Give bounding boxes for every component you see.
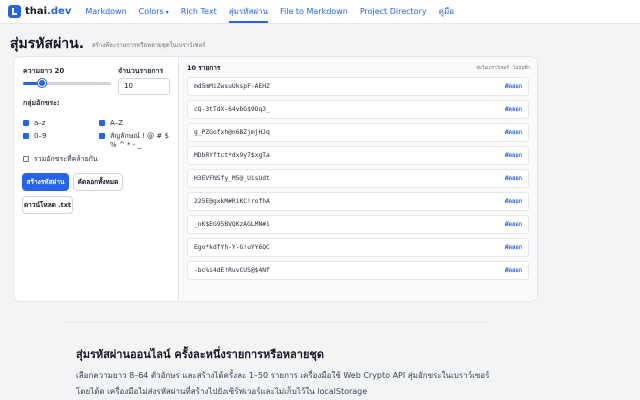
nav-link-label: File to Markdown [279, 6, 348, 16]
nav-link[interactable]: Colors ▾ [133, 0, 175, 24]
symbols-label: สัญลักษณ์ ! @ # $% ^ * - _ [110, 132, 169, 150]
nav-link-label: Markdown [85, 6, 127, 16]
nav-link-label: คู่มือ [438, 6, 455, 16]
checkbox-checked-icon [23, 133, 29, 139]
article-paragraph: เลือกความยาว 8–64 ตัวอักษร และสร้างได้คร… [76, 371, 490, 396]
brand-logo-link[interactable]: thai.dev [8, 5, 71, 18]
nav-link[interactable]: คู่มือ [433, 0, 460, 24]
chevron-down-icon: ▾ [165, 8, 169, 16]
password-row: MDbRYftct*dx9y7$xgTa คัดลอก [187, 146, 529, 165]
checkbox-checked-icon [23, 120, 29, 126]
password-text: Ego*kdfYh-Y-G!uYY6QC [194, 244, 270, 251]
nav-link-label: สุ่มรหัสผ่าน [228, 6, 268, 16]
ambiguous-label: รวมอักขระที่คล้ายกัน [34, 155, 98, 163]
password-row: cQ-3tTdX-64vbG$9Oq3_ คัดลอก [187, 100, 529, 119]
copy-password-button[interactable]: คัดลอก [505, 244, 522, 252]
nav-links: Markdown Colors ▾ Rich Text สุ่มรหัสผ่าน File… [79, 0, 460, 24]
checkbox-unchecked-icon [23, 156, 29, 162]
page-subtitle: สร้างทีละรายการหรือหลายชุดในเบราว์เซอร์ [92, 42, 206, 49]
copy-password-button[interactable]: คัดลอก [505, 152, 522, 160]
password-row: 225E@gxkM#RiKC!rofhA คัดลอก [187, 192, 529, 211]
uppercase-label: A–Z [110, 119, 124, 127]
password-text: MDbRYftct*dx9y7$xgTa [194, 152, 270, 159]
count-label: จำนวนรายการ [118, 67, 164, 75]
length-label: ความยาว 20 [23, 67, 65, 75]
page-title: สุ่มรหัสผ่าน. [10, 36, 85, 52]
digits-label: 0–9 [34, 132, 47, 140]
copy-password-button[interactable]: คัดลอก [505, 221, 522, 229]
charset-label: กลุ่มอักขระ: [23, 99, 60, 107]
download-button[interactable]: ดาวน์โหลด .txt [22, 196, 73, 214]
brand-name: thai.dev [25, 6, 71, 17]
generator-card: ความยาว 20 จำนวนรายการ 10 กลุ่มอักขระ: a… [13, 56, 538, 302]
controls-panel: ความยาว 20 จำนวนรายการ 10 กลุ่มอักขระ: a… [14, 57, 179, 301]
article-heading: สุ่มรหัสผ่านออนไลน์ ครั้งละหนึ่งรายการหร… [76, 348, 325, 361]
results-panel: 10 รายการ สุ่มในเบราว์เซอร์ · ไม่บันทึก … [180, 57, 537, 301]
nav-link-label: Rich Text [180, 6, 217, 16]
copy-password-button[interactable]: คัดลอก [505, 267, 522, 275]
password-row: md5mMiZwsuUkspF-AEHZ คัดลอก [187, 77, 529, 96]
nav-link[interactable]: Markdown [79, 0, 132, 24]
password-row: -bc%i4dE!RuvCUS@$4Nf คัดลอก [187, 261, 529, 280]
count-input[interactable]: 10 [118, 78, 170, 95]
nav-link-label: Colors [138, 6, 164, 16]
password-text: 225E@gxkM#RiKC!rofhA [194, 198, 270, 205]
nav-link[interactable]: Rich Text [175, 0, 223, 24]
copy-password-button[interactable]: คัดลอก [505, 106, 522, 114]
password-row: Ego*kdfYh-Y-G!uYY6QC คัดลอก [187, 238, 529, 257]
password-text: H3EVFNSfy_M5@_UisUdt [194, 175, 270, 182]
password-row: g_PZGofxh@n6BZjmjHJq คัดลอก [187, 123, 529, 142]
digits-checkbox[interactable]: 0–9 [23, 132, 46, 141]
uppercase-checkbox[interactable]: A–Z [99, 119, 123, 128]
section-divider [64, 322, 488, 323]
copy-all-button[interactable]: คัดลอกทั้งหมด [73, 173, 123, 191]
password-text: -bc%i4dE!RuvCUS@$4Nf [194, 267, 270, 274]
length-slider[interactable] [23, 79, 111, 87]
logo-icon [8, 5, 21, 18]
checkbox-checked-icon [99, 133, 105, 139]
results-count: 10 รายการ [187, 64, 221, 72]
lowercase-label: a–z [34, 119, 46, 127]
generate-button[interactable]: สร้างรหัสผ่าน [22, 173, 69, 191]
brand-main: thai [25, 6, 48, 17]
brand-tld: .dev [47, 6, 72, 17]
slider-thumb[interactable] [38, 79, 46, 87]
nav-link[interactable]: File to Markdown [274, 0, 354, 24]
copy-password-button[interactable]: คัดลอก [505, 198, 522, 206]
copy-password-button[interactable]: คัดลอก [505, 129, 522, 137]
nav-link[interactable]: Project Directory [354, 0, 433, 24]
nav-link[interactable]: สุ่มรหัสผ่าน [223, 0, 274, 24]
symbols-checkbox[interactable]: สัญลักษณ์ ! @ # $% ^ * - _ [99, 132, 169, 150]
copy-password-button[interactable]: คัดลอก [505, 175, 522, 183]
lowercase-checkbox[interactable]: a–z [23, 119, 45, 128]
symbols-line1: สัญลักษณ์ ! @ # $ [110, 132, 169, 140]
password-text: g_PZGofxh@n6BZjmjHJq [194, 129, 270, 136]
symbols-line2: % ^ * - _ [110, 141, 141, 149]
top-nav: thai.dev Markdown Colors ▾ Rich Text สุ่มรหั… [0, 0, 640, 24]
password-text: cQ-3tTdX-64vbG$9Oq3_ [194, 106, 270, 113]
results-note: สุ่มในเบราว์เซอร์ · ไม่บันทึก [476, 66, 530, 71]
password-text: _nK$EG95BVQKzAGLMN#i [194, 221, 270, 228]
password-list: md5mMiZwsuUkspF-AEHZ คัดลอก cQ-3tTdX-64vbG… [187, 77, 529, 284]
checkbox-checked-icon [99, 120, 105, 126]
password-row: _nK$EG95BVQKzAGLMN#i คัดลอก [187, 215, 529, 234]
password-row: H3EVFNSfy_M5@_UisUdt คัดลอก [187, 169, 529, 188]
nav-link-label: Project Directory [359, 6, 427, 16]
ambiguous-checkbox[interactable]: รวมอักขระที่คล้ายกัน [23, 155, 98, 164]
copy-password-button[interactable]: คัดลอก [505, 83, 522, 91]
password-text: md5mMiZwsuUkspF-AEHZ [194, 83, 270, 90]
